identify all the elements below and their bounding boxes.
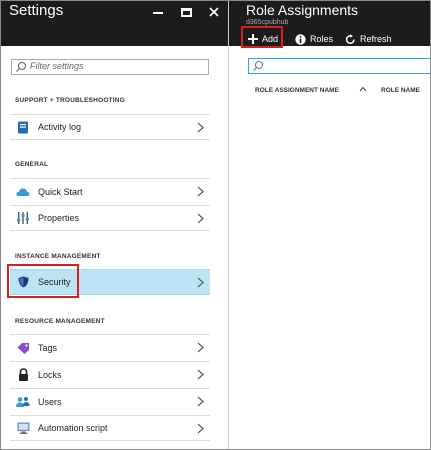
section-general: GENERAL	[15, 161, 49, 168]
search-icon	[16, 61, 27, 72]
tag-icon	[16, 341, 30, 355]
roles-button[interactable]: Roles	[295, 31, 333, 47]
sidebar-item-label: Automation script	[38, 423, 108, 433]
minimize-icon[interactable]	[144, 1, 172, 23]
sidebar-item-label: Tags	[38, 342, 58, 353]
sidebar-item-label: Activity log	[38, 122, 82, 132]
sidebar-item-tags[interactable]: Tags	[10, 334, 210, 360]
maximize-icon[interactable]	[172, 1, 200, 23]
security-highlight-box	[7, 264, 79, 298]
chevron-right-icon	[197, 213, 204, 224]
role-assignments-blade: Role Assignments d365cpubhub Add Roles R…	[229, 1, 430, 449]
chevron-right-icon	[197, 396, 204, 407]
section-instance-management: INSTANCE MANAGEMENT	[15, 253, 101, 260]
role-assignments-title: Role Assignments	[246, 2, 359, 18]
role-assignments-subtitle: d365cpubhub	[246, 19, 289, 26]
chevron-right-icon	[197, 423, 204, 434]
sort-ascending-icon[interactable]	[359, 85, 367, 95]
chevron-right-icon	[197, 186, 204, 197]
roles-label: Roles	[310, 34, 334, 44]
sidebar-item-users[interactable]: Users	[10, 388, 210, 414]
refresh-label: Refresh	[360, 34, 392, 44]
users-icon	[16, 395, 30, 409]
lock-icon	[16, 368, 30, 382]
chevron-right-icon	[197, 342, 204, 353]
sidebar-item-activity-log[interactable]: Activity log	[10, 114, 210, 140]
role-assignments-search-input[interactable]	[248, 58, 430, 74]
automation-script-icon	[16, 421, 30, 435]
settings-title: Settings	[9, 2, 64, 19]
cloud-icon	[16, 185, 30, 199]
sidebar-item-label: Users	[38, 396, 62, 407]
sidebar-item-label: Locks	[38, 369, 62, 380]
column-header-role-name[interactable]: ROLE NAME	[381, 87, 420, 94]
refresh-icon	[345, 33, 356, 45]
sidebar-item-locks[interactable]: Locks	[10, 361, 210, 387]
search-icon	[253, 60, 264, 71]
close-icon[interactable]	[200, 1, 228, 23]
sidebar-item-label: Quick Start	[38, 186, 83, 197]
section-support-troubleshooting: SUPPORT + TROUBLESHOOTING	[15, 97, 125, 104]
column-header-role-assignment-name[interactable]: ROLE ASSIGNMENT NAME	[255, 87, 339, 94]
chevron-right-icon	[197, 277, 204, 288]
sidebar-item-quick-start[interactable]: Quick Start	[10, 178, 210, 204]
sidebar-item-properties[interactable]: Properties	[10, 205, 210, 231]
sidebar-item-automation-script[interactable]: Automation script	[10, 415, 210, 441]
filter-settings-input[interactable]: Filter settings	[11, 59, 209, 75]
section-resource-management: RESOURCE MANAGEMENT	[15, 318, 105, 325]
filter-placeholder: Filter settings	[30, 61, 84, 71]
add-highlight-box	[241, 26, 283, 48]
info-icon	[295, 33, 306, 45]
chevron-right-icon	[197, 369, 204, 380]
refresh-button[interactable]: Refresh	[345, 31, 392, 47]
properties-icon	[16, 211, 30, 225]
settings-blade: Settings Filter settings SUPPORT + TROUB…	[1, 1, 228, 449]
sidebar-item-label: Properties	[38, 213, 80, 223]
chevron-right-icon	[197, 122, 204, 133]
settings-header: Settings	[1, 1, 228, 46]
activity-log-icon	[16, 120, 30, 134]
